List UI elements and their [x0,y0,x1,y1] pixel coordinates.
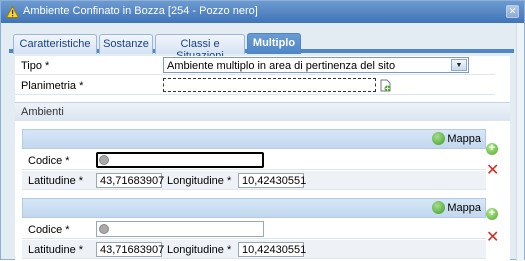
ambiente-group-bar: Mappa [22,129,486,149]
tab-caratteristiche[interactable]: Caratteristiche [13,34,97,54]
planimetria-input[interactable] [163,78,376,92]
codice-input[interactable] [96,221,264,237]
tab-strip: Caratteristiche Sostanze Classi e Situaz… [9,30,514,62]
planimetria-label: Planimetria * [21,80,84,92]
tab-multiplo[interactable]: Multiplo [247,33,301,54]
globe-icon [432,132,446,145]
tipo-select-value: Ambiente multiplo in area di pertinenza … [167,60,396,72]
ambiente-group-2: Mappa Codice * Latitudine * 43,71683907 … [22,198,486,260]
coordinates-row: Latitudine * 43,71683907 Longitudine * 1… [22,240,486,259]
clear-icon[interactable] [99,224,109,234]
longitude-label: Longitudine * [167,244,232,256]
codice-row: Codice * [22,151,486,170]
delete-icon[interactable]: ✕ [486,163,499,179]
form-panel: Tipo * Ambiente multiplo in area di pert… [15,56,510,261]
codice-input[interactable] [96,152,264,168]
tipo-row: Tipo * Ambiente multiplo in area di pert… [15,56,495,75]
globe-icon [432,201,446,214]
planimetria-row: Planimetria * [15,76,495,95]
file-add-icon[interactable] [380,79,391,92]
map-button-label: Mappa [447,202,481,214]
ambiente-group-bar: Mappa [22,198,486,218]
tipo-select[interactable]: Ambiente multiplo in area di pertinenza … [163,57,469,73]
dialog-window: Ambiente Confinato in Bozza [254 - Pozzo… [0,0,525,261]
latitude-label: Latitudine * [28,244,84,256]
map-button[interactable]: Mappa [432,132,481,147]
map-button[interactable]: Mappa [432,201,481,216]
ambiente-group-1: Mappa Codice * Latitudine * 43,71683907 … [22,129,486,191]
coordinates-row: Latitudine * 43,71683907 Longitudine * 1… [22,171,486,190]
tab-classi-situazioni[interactable]: Classi e Situazioni [155,34,245,62]
codice-label: Codice * [28,155,70,167]
ambienti-section-header: Ambienti [15,102,510,121]
map-button-label: Mappa [447,133,481,145]
codice-row: Codice * [22,220,486,239]
longitude-label: Longitudine * [167,175,232,187]
ambienti-section-title: Ambienti [21,106,64,118]
longitude-input[interactable]: 10,42430551 [238,242,306,257]
add-icon[interactable]: + [486,143,498,155]
title-bar[interactable]: Ambiente Confinato in Bozza [254 - Pozzo… [1,1,524,23]
codice-label: Codice * [28,224,70,236]
chevron-down-icon[interactable]: ▼ [451,59,467,71]
scrollbar[interactable] [516,23,524,261]
tab-sostanze[interactable]: Sostanze [99,34,153,54]
add-icon[interactable]: + [486,208,498,220]
latitude-label: Latitudine * [28,175,84,187]
tipo-label: Tipo * [21,60,50,72]
longitude-input[interactable]: 10,42430551 [238,173,306,188]
latitude-input[interactable]: 43,71683907 [96,173,164,188]
warning-icon [6,6,19,18]
delete-icon[interactable]: ✕ [486,230,499,246]
latitude-input[interactable]: 43,71683907 [96,242,164,257]
clear-icon[interactable] [99,155,109,165]
window-title: Ambiente Confinato in Bozza [254 - Pozzo… [23,5,258,17]
close-button[interactable]: ✕ [506,5,519,18]
